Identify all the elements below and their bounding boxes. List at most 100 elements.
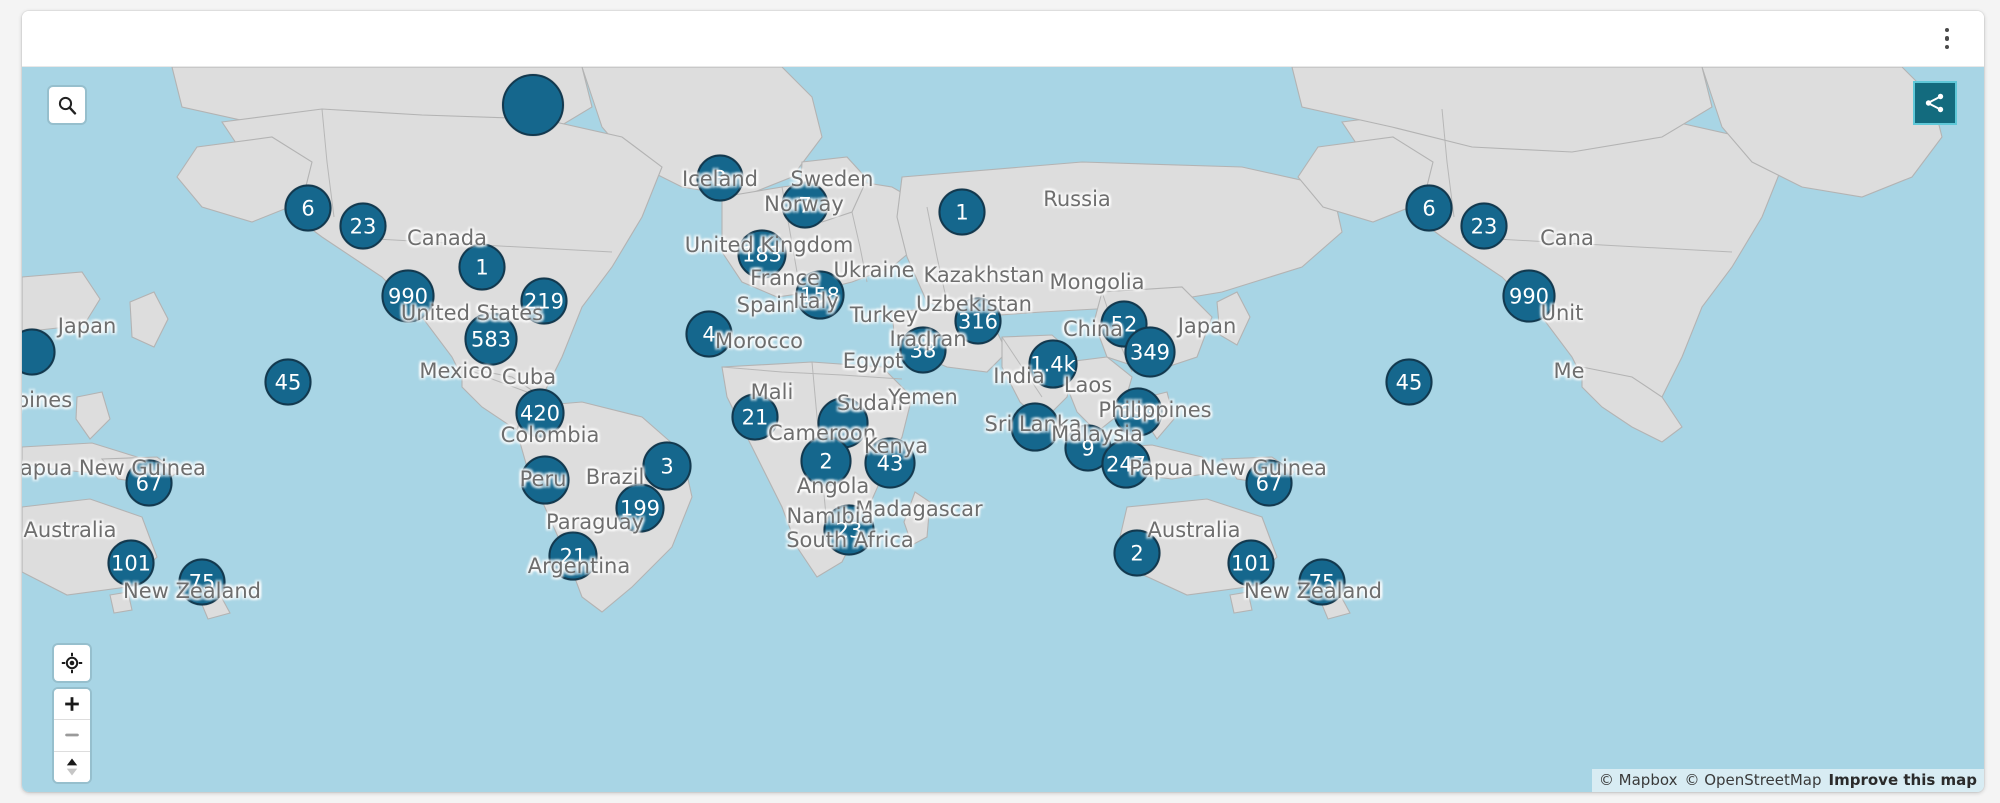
map-attribution: © Mapbox © OpenStreetMap Improve this ma… — [1592, 769, 1984, 792]
cluster-marker[interactable]: 1.4k — [1029, 340, 1078, 389]
cluster-count: 67 — [136, 471, 163, 495]
cluster-marker[interactable]: 199 — [616, 484, 665, 533]
card-header — [22, 11, 1984, 67]
cluster-marker[interactable]: 247 — [1102, 440, 1151, 489]
kebab-menu-icon[interactable] — [1930, 20, 1964, 58]
cluster-count: 2 — [1130, 541, 1143, 565]
cluster-marker[interactable]: 38 — [900, 327, 947, 374]
cluster-marker[interactable]: 45 — [1386, 359, 1433, 406]
cluster-marker[interactable]: 349 — [1125, 327, 1176, 378]
cluster-count: 23 — [836, 518, 863, 542]
cluster-marker[interactable]: 101 — [108, 540, 155, 587]
cluster-marker[interactable]: 4 — [686, 311, 733, 358]
minus-icon — [64, 727, 80, 743]
attribution-mapbox[interactable]: © Mapbox — [1599, 771, 1678, 789]
cluster-marker[interactable]: 990 — [382, 270, 435, 323]
cluster-marker[interactable]: 67 — [1246, 460, 1293, 507]
cluster-count: 4 — [702, 322, 715, 346]
cluster-count: 3 — [713, 166, 726, 190]
search-glyph — [57, 95, 77, 115]
cluster-count: 6 — [1422, 196, 1435, 220]
cluster-count: 75 — [189, 570, 216, 594]
cluster-count: 6 — [301, 196, 314, 220]
cluster-marker[interactable]: 693 — [1114, 388, 1163, 437]
share-glyph — [1923, 91, 1947, 115]
plus-icon — [64, 696, 80, 712]
attribution-osm[interactable]: © OpenStreetMap — [1684, 771, 1821, 789]
cluster-count: 183 — [742, 242, 782, 266]
cluster-marker[interactable]: 316 — [955, 298, 1002, 345]
cluster-marker[interactable]: 7 — [782, 182, 829, 229]
compass-pitch-icon — [64, 756, 80, 778]
cluster-marker[interactable]: 23 — [1461, 203, 1508, 250]
cluster-count: 3 — [660, 454, 673, 478]
cluster-marker[interactable]: 75 — [1299, 559, 1346, 606]
cluster-count: 75 — [1309, 570, 1336, 594]
cluster-count: 45 — [1396, 370, 1423, 394]
cluster-marker[interactable]: 1 — [459, 244, 506, 291]
cluster-marker[interactable]: 990 — [1503, 270, 1556, 323]
cluster-marker[interactable]: 3 — [697, 155, 744, 202]
cluster-marker[interactable]: 45 — [265, 359, 312, 406]
cluster-count: 990 — [1509, 284, 1549, 308]
cluster-count: 583 — [471, 327, 511, 351]
cluster-count: 23 — [1471, 214, 1498, 238]
cluster-count: 21 — [560, 544, 587, 568]
cluster-count: 43 — [877, 451, 904, 475]
share-icon[interactable] — [1913, 81, 1957, 125]
cluster-count: 990 — [388, 284, 428, 308]
kebab-dot — [1945, 45, 1950, 50]
cluster-marker[interactable]: 43 — [865, 438, 916, 489]
cluster-marker[interactable]: 158 — [796, 271, 845, 320]
zoom-in-button[interactable] — [54, 689, 90, 720]
cluster-count: 21 — [742, 405, 769, 429]
geolocate-icon[interactable] — [54, 645, 90, 681]
cluster-marker[interactable]: 101 — [1228, 540, 1275, 587]
cluster-count: 101 — [1231, 551, 1271, 575]
cluster-count: 158 — [800, 283, 840, 307]
cluster-marker[interactable]: 67 — [126, 460, 173, 507]
cluster-count: 2 — [819, 449, 832, 473]
cluster-marker[interactable]: 21 — [549, 532, 598, 581]
cluster-marker[interactable]: 6 — [1406, 185, 1453, 232]
cluster-marker[interactable] — [1011, 403, 1060, 452]
cluster-marker[interactable]: 3 — [643, 442, 692, 491]
cluster-count: 219 — [524, 289, 564, 313]
zoom-out-button[interactable] — [54, 720, 90, 751]
cluster-marker[interactable]: 1 — [939, 189, 986, 236]
zoom-controls[interactable] — [54, 689, 90, 782]
compass-pitch-button[interactable] — [54, 752, 90, 782]
cluster-count: 1 — [475, 255, 488, 279]
map-app: JapanpinesPapua New GuineaAustraliaNew Z… — [0, 0, 2000, 803]
cluster-marker[interactable]: 2 — [1114, 530, 1161, 577]
cluster-count: 45 — [275, 370, 302, 394]
cluster-marker[interactable]: 2 — [801, 436, 852, 487]
cluster-marker[interactable] — [502, 74, 564, 136]
cluster-count: 67 — [1256, 471, 1283, 495]
search-icon[interactable] — [49, 87, 85, 123]
kebab-dot — [1945, 28, 1950, 33]
cluster-marker[interactable]: 23 — [340, 203, 387, 250]
cluster-marker[interactable]: 75 — [179, 559, 226, 606]
cluster-count: 349 — [1130, 340, 1170, 364]
geolocate-glyph — [61, 652, 83, 674]
cluster-marker[interactable]: 583 — [465, 313, 518, 366]
cluster-count: 420 — [520, 401, 560, 425]
map-canvas[interactable]: JapanpinesPapua New GuineaAustraliaNew Z… — [22, 67, 1984, 792]
kebab-dot — [1945, 36, 1950, 41]
cluster-count: 9 — [1081, 436, 1094, 460]
cluster-count: 101 — [111, 551, 151, 575]
cluster-count: 38 — [910, 338, 937, 362]
cluster-count: 693 — [1118, 400, 1158, 424]
map-card: JapanpinesPapua New GuineaAustraliaNew Z… — [22, 11, 1984, 792]
cluster-count: 316 — [958, 309, 998, 333]
cluster-marker[interactable] — [521, 456, 570, 505]
cluster-count: 1 — [955, 200, 968, 224]
cluster-marker[interactable]: 21 — [732, 394, 779, 441]
cluster-marker[interactable]: 23 — [824, 505, 875, 556]
cluster-marker[interactable]: 183 — [738, 230, 787, 279]
cluster-marker[interactable]: 219 — [521, 278, 568, 325]
cluster-marker[interactable]: 6 — [285, 185, 332, 232]
cluster-marker[interactable]: 420 — [516, 389, 565, 438]
improve-this-map-link[interactable]: Improve this map — [1829, 771, 1977, 789]
